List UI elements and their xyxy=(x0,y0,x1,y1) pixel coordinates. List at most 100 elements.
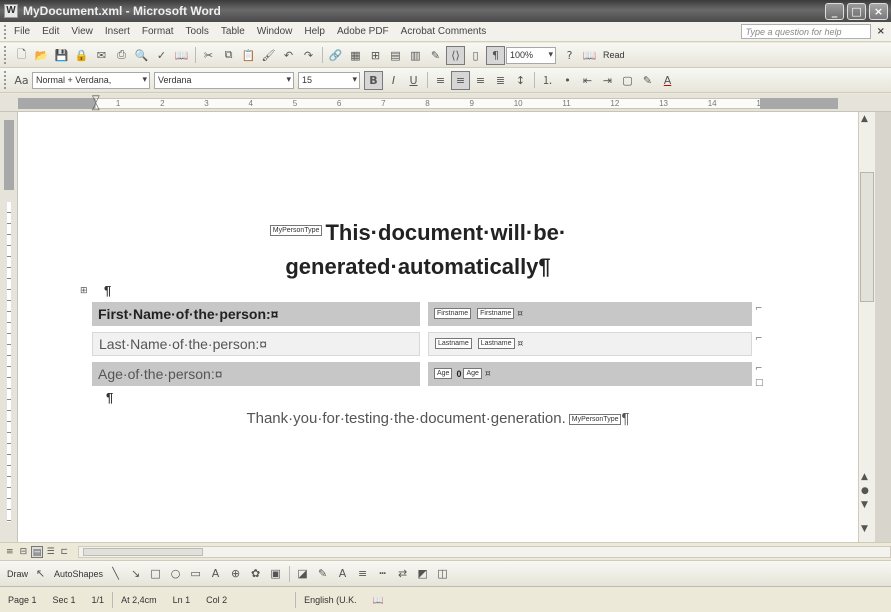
xml-tag-age-open[interactable]: Age xyxy=(434,368,453,379)
oval-icon[interactable]: ○ xyxy=(166,564,185,583)
xml-tag-lastname-close[interactable]: Lastname xyxy=(477,338,515,349)
font-dropdown[interactable]: Verdana xyxy=(154,71,294,89)
title-bar[interactable]: W MyDocument.xml - Microsoft Word _ □ × xyxy=(0,0,891,22)
borders-icon[interactable]: ▢ xyxy=(618,71,637,90)
menu-window[interactable]: Window xyxy=(257,26,293,37)
numbering-icon[interactable]: ⒈ xyxy=(538,71,557,90)
age-label[interactable]: Age·of·the·person:¤ xyxy=(92,361,420,386)
xml-tag-firstname-open[interactable]: Firstname xyxy=(434,308,472,319)
insert-excel-icon[interactable]: ▤ xyxy=(386,46,405,65)
draw-menu-button[interactable]: Draw xyxy=(7,569,28,579)
permission-icon[interactable]: 🔒 xyxy=(72,46,91,65)
styles-formatting-icon[interactable]: Aa xyxy=(12,71,31,90)
hyperlink-icon[interactable]: 🔗 xyxy=(326,46,345,65)
drawing-font-color-icon[interactable]: A xyxy=(333,564,352,583)
menu-table[interactable]: Table xyxy=(221,26,245,37)
scroll-down-icon[interactable]: ▼ xyxy=(861,524,868,534)
font-size-dropdown[interactable]: 15 xyxy=(298,71,360,89)
tables-borders-icon[interactable]: ▦ xyxy=(346,46,365,65)
rectangle-icon[interactable]: □ xyxy=(146,564,165,583)
toolbar-grip-icon[interactable] xyxy=(4,71,7,89)
show-formatting-icon[interactable]: ¶ xyxy=(486,45,505,65)
outline-view-icon[interactable]: ☰ xyxy=(45,546,57,558)
web-layout-icon[interactable]: ⊟ xyxy=(18,546,30,558)
vertical-scrollbar[interactable]: ▲ ▲ ● ▼ ▼ xyxy=(858,112,875,542)
menu-help[interactable]: Help xyxy=(304,26,325,37)
print-layout-icon[interactable]: ▤ xyxy=(31,545,43,558)
open-icon[interactable]: 📂 xyxy=(32,46,51,65)
next-page-icon[interactable]: ▼ xyxy=(861,500,868,510)
read-button[interactable]: Read xyxy=(603,50,625,60)
copy-icon[interactable]: ⧉ xyxy=(219,46,238,65)
spelling-status-icon[interactable]: 📖 xyxy=(365,592,392,608)
decrease-indent-icon[interactable]: ⇤ xyxy=(578,71,597,90)
align-center-icon[interactable]: ≡ xyxy=(451,70,470,90)
read-icon[interactable]: 📖 xyxy=(580,46,599,65)
spelling-icon[interactable]: ✓ xyxy=(152,46,171,65)
font-color-button[interactable]: A xyxy=(658,71,677,90)
menu-acrobat-comments[interactable]: Acrobat Comments xyxy=(401,26,487,37)
email-icon[interactable]: ✉ xyxy=(92,46,111,65)
document-heading[interactable]: MyPersonType This·document·will·be· gener… xyxy=(98,216,738,284)
increase-indent-icon[interactable]: ⇥ xyxy=(598,71,617,90)
xml-tag-firstname-close[interactable]: Firstname xyxy=(477,308,515,319)
line-style-icon[interactable]: ≡ xyxy=(353,564,372,583)
justify-icon[interactable]: ≣ xyxy=(491,71,510,90)
reading-layout-icon[interactable]: ⊏ xyxy=(59,546,71,558)
save-icon[interactable]: 💾 xyxy=(52,46,71,65)
new-document-icon[interactable]: 🗋 xyxy=(12,46,31,65)
table-resize-handle-icon[interactable]: □ xyxy=(755,378,764,388)
drawing-icon[interactable]: ✎ xyxy=(426,46,445,65)
menu-format[interactable]: Format xyxy=(142,26,174,37)
align-left-icon[interactable]: ≡ xyxy=(431,71,450,90)
scroll-thumb[interactable] xyxy=(860,172,874,302)
xml-tag-mypersontype-open[interactable]: MyPersonType xyxy=(269,224,323,236)
style-dropdown[interactable]: Normal + Verdana, xyxy=(32,71,150,89)
columns-icon[interactable]: ▥ xyxy=(406,46,425,65)
text-box-icon[interactable]: ▭ xyxy=(186,564,205,583)
normal-view-icon[interactable]: ≡ xyxy=(4,546,16,558)
document-area[interactable]: MyPersonType This·document·will·be· gener… xyxy=(18,112,858,542)
italic-button[interactable]: I xyxy=(384,71,403,90)
menu-view[interactable]: View xyxy=(71,26,93,37)
wordart-icon[interactable]: A xyxy=(206,564,225,583)
highlight-icon[interactable]: ✎ xyxy=(638,71,657,90)
clip-art-icon[interactable]: ✿ xyxy=(246,564,265,583)
bullets-icon[interactable]: • xyxy=(558,71,577,90)
arrow-style-icon[interactable]: ⇄ xyxy=(393,564,412,583)
previous-page-icon[interactable]: ▲ xyxy=(861,472,868,482)
shadow-style-icon[interactable]: ◩ xyxy=(413,564,432,583)
last-name-label[interactable]: Last·Name·of·the·person:¤ xyxy=(92,331,420,356)
fill-color-icon[interactable]: ◪ xyxy=(293,564,312,583)
diagram-icon[interactable]: ⊕ xyxy=(226,564,245,583)
line-icon[interactable]: ╲ xyxy=(106,564,125,583)
first-name-cell[interactable]: Firstname Firstname ¤ xyxy=(428,301,752,326)
3d-style-icon[interactable]: ◫ xyxy=(433,564,452,583)
ask-question-input[interactable]: Type a question for help xyxy=(740,24,871,39)
menu-edit[interactable]: Edit xyxy=(42,26,59,37)
line-color-icon[interactable]: ✎ xyxy=(313,564,332,583)
xml-tag-mypersontype-close[interactable]: MyPersonType xyxy=(568,413,622,425)
print-preview-icon[interactable]: 🔍 xyxy=(132,46,151,65)
print-icon[interactable]: ⎙ xyxy=(112,46,131,65)
hscroll-thumb[interactable] xyxy=(83,547,204,556)
toolbar-grip-icon[interactable] xyxy=(4,46,7,64)
help-icon[interactable]: ? xyxy=(560,46,579,65)
xml-tag-age-close[interactable]: Age xyxy=(463,368,482,379)
first-name-label[interactable]: First·Name·of·the·person:¤ xyxy=(92,301,420,326)
closing-paragraph[interactable]: Thank·you·for·testing·the·document·gener… xyxy=(118,410,758,427)
vertical-ruler[interactable] xyxy=(0,112,18,542)
indent-marker-icon[interactable]: ▽ △ xyxy=(92,95,100,112)
insert-table-icon[interactable]: ⊞ xyxy=(366,46,385,65)
autoshapes-menu-button[interactable]: AutoShapes xyxy=(54,569,103,579)
select-objects-icon[interactable]: ↖ xyxy=(31,564,50,583)
table-move-handle-icon[interactable]: ⊞ xyxy=(80,286,88,296)
menu-tools[interactable]: Tools xyxy=(186,26,209,37)
align-right-icon[interactable]: ≡ xyxy=(471,71,490,90)
minimize-button[interactable]: _ xyxy=(825,2,844,20)
xml-structure-icon[interactable]: ⟨⟩ xyxy=(446,45,465,65)
underline-button[interactable]: U xyxy=(404,71,423,90)
paste-icon[interactable]: 📋 xyxy=(239,46,258,65)
status-language[interactable]: English (U.K. xyxy=(295,591,365,608)
word-app-icon[interactable]: W xyxy=(4,4,18,18)
